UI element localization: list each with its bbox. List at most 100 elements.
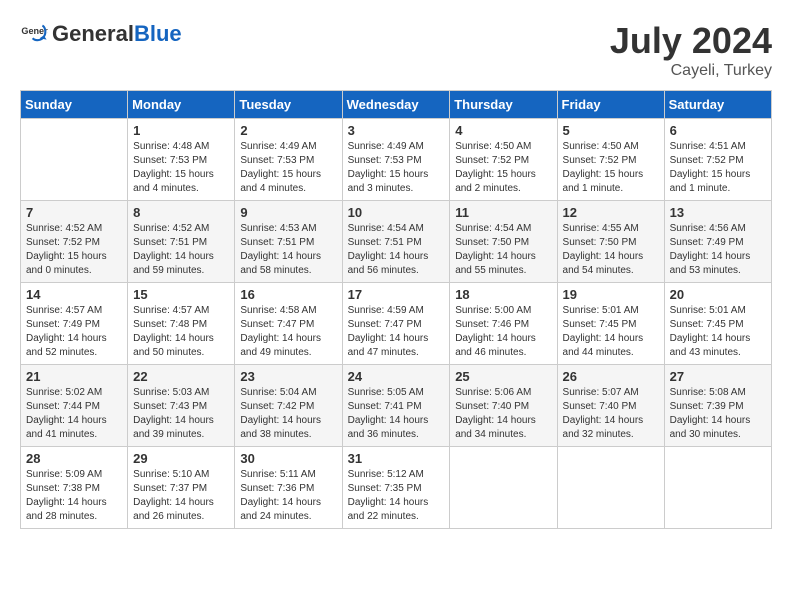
calendar-cell: 28 Sunrise: 5:09 AMSunset: 7:38 PMDayligh… [21,447,128,529]
calendar-cell: 9 Sunrise: 4:53 AMSunset: 7:51 PMDaylight… [235,201,342,283]
day-number: 11 [455,205,551,220]
calendar-cell: 5 Sunrise: 4:50 AMSunset: 7:52 PMDaylight… [557,119,664,201]
day-number: 25 [455,369,551,384]
calendar-cell: 15 Sunrise: 4:57 AMSunset: 7:48 PMDayligh… [128,283,235,365]
day-info: Sunrise: 4:50 AMSunset: 7:52 PMDaylight:… [455,140,551,196]
day-number: 3 [348,123,445,138]
day-number: 12 [563,205,659,220]
day-info: Sunrise: 4:51 AMSunset: 7:52 PMDaylight:… [670,140,766,196]
day-number: 30 [240,451,336,466]
day-info: Sunrise: 5:05 AMSunset: 7:41 PMDaylight:… [348,386,445,442]
day-info: Sunrise: 5:12 AMSunset: 7:35 PMDaylight:… [348,468,445,524]
day-info: Sunrise: 4:54 AMSunset: 7:51 PMDaylight:… [348,222,445,278]
day-header-tuesday: Tuesday [235,91,342,119]
day-info: Sunrise: 5:04 AMSunset: 7:42 PMDaylight:… [240,386,336,442]
day-info: Sunrise: 5:01 AMSunset: 7:45 PMDaylight:… [563,304,659,360]
calendar-week-3: 14 Sunrise: 4:57 AMSunset: 7:49 PMDayligh… [21,283,772,365]
title-block: July 2024 Cayeli, Turkey [610,20,772,80]
day-number: 5 [563,123,659,138]
day-number: 8 [133,205,229,220]
calendar-cell: 24 Sunrise: 5:05 AMSunset: 7:41 PMDayligh… [342,365,450,447]
day-number: 2 [240,123,336,138]
day-info: Sunrise: 4:52 AMSunset: 7:51 PMDaylight:… [133,222,229,278]
day-number: 1 [133,123,229,138]
day-number: 14 [26,287,122,302]
calendar-cell: 17Sunrise: 4:59 AMSunset: 7:47 PMDayligh… [342,283,450,365]
day-number: 27 [670,369,766,384]
calendar-week-5: 28 Sunrise: 5:09 AMSunset: 7:38 PMDayligh… [21,447,772,529]
calendar-cell: 7Sunrise: 4:52 AMSunset: 7:52 PMDaylight… [21,201,128,283]
day-info: Sunrise: 5:03 AMSunset: 7:43 PMDaylight:… [133,386,229,442]
day-info: Sunrise: 5:09 AMSunset: 7:38 PMDaylight:… [26,468,122,524]
calendar-cell [450,447,557,529]
day-header-saturday: Saturday [664,91,771,119]
day-number: 21 [26,369,122,384]
calendar-cell: 18 Sunrise: 5:00 AMSunset: 7:46 PMDayligh… [450,283,557,365]
day-info: Sunrise: 4:48 AMSunset: 7:53 PMDaylight:… [133,140,229,196]
day-number: 22 [133,369,229,384]
day-info: Sunrise: 5:07 AMSunset: 7:40 PMDaylight:… [563,386,659,442]
day-info: Sunrise: 4:54 AMSunset: 7:50 PMDaylight:… [455,222,551,278]
day-info: Sunrise: 5:11 AMSunset: 7:36 PMDaylight:… [240,468,336,524]
calendar-cell: 10Sunrise: 4:54 AMSunset: 7:51 PMDayligh… [342,201,450,283]
calendar-cell: 22 Sunrise: 5:03 AMSunset: 7:43 PMDayligh… [128,365,235,447]
day-number: 15 [133,287,229,302]
location: Cayeli, Turkey [610,62,772,80]
calendar-table: SundayMondayTuesdayWednesdayThursdayFrid… [20,90,772,529]
day-number: 19 [563,287,659,302]
calendar-cell: 13Sunrise: 4:56 AMSunset: 7:49 PMDayligh… [664,201,771,283]
calendar-cell: 11 Sunrise: 4:54 AMSunset: 7:50 PMDayligh… [450,201,557,283]
day-info: Sunrise: 4:57 AMSunset: 7:48 PMDaylight:… [133,304,229,360]
day-header-monday: Monday [128,91,235,119]
calendar-cell: 30 Sunrise: 5:11 AMSunset: 7:36 PMDayligh… [235,447,342,529]
calendar-cell: 14 Sunrise: 4:57 AMSunset: 7:49 PMDayligh… [21,283,128,365]
day-info: Sunrise: 4:55 AMSunset: 7:50 PMDaylight:… [563,222,659,278]
day-number: 13 [670,205,766,220]
calendar-cell: 4 Sunrise: 4:50 AMSunset: 7:52 PMDaylight… [450,119,557,201]
day-number: 29 [133,451,229,466]
day-info: Sunrise: 4:52 AMSunset: 7:52 PMDaylight:… [26,222,122,278]
day-number: 20 [670,287,766,302]
calendar-cell: 2 Sunrise: 4:49 AMSunset: 7:53 PMDaylight… [235,119,342,201]
day-header-sunday: Sunday [21,91,128,119]
day-header-wednesday: Wednesday [342,91,450,119]
calendar-cell: 20Sunrise: 5:01 AMSunset: 7:45 PMDayligh… [664,283,771,365]
calendar-week-1: 1 Sunrise: 4:48 AMSunset: 7:53 PMDaylight… [21,119,772,201]
day-number: 17 [348,287,445,302]
logo-blue: Blue [134,21,182,46]
day-number: 4 [455,123,551,138]
day-number: 24 [348,369,445,384]
logo-icon: General [20,20,48,48]
day-number: 9 [240,205,336,220]
day-number: 26 [563,369,659,384]
calendar-header-row: SundayMondayTuesdayWednesdayThursdayFrid… [21,91,772,119]
day-number: 16 [240,287,336,302]
day-number: 6 [670,123,766,138]
calendar-cell: 25Sunrise: 5:06 AMSunset: 7:40 PMDayligh… [450,365,557,447]
calendar-cell: 21Sunrise: 5:02 AMSunset: 7:44 PMDayligh… [21,365,128,447]
calendar-cell: 29Sunrise: 5:10 AMSunset: 7:37 PMDayligh… [128,447,235,529]
day-info: Sunrise: 5:00 AMSunset: 7:46 PMDaylight:… [455,304,551,360]
day-number: 18 [455,287,551,302]
calendar-cell: 8 Sunrise: 4:52 AMSunset: 7:51 PMDaylight… [128,201,235,283]
calendar-cell: 1 Sunrise: 4:48 AMSunset: 7:53 PMDaylight… [128,119,235,201]
calendar-week-4: 21Sunrise: 5:02 AMSunset: 7:44 PMDayligh… [21,365,772,447]
day-info: Sunrise: 4:49 AMSunset: 7:53 PMDaylight:… [240,140,336,196]
calendar-cell: 26 Sunrise: 5:07 AMSunset: 7:40 PMDayligh… [557,365,664,447]
calendar-cell [557,447,664,529]
day-info: Sunrise: 4:50 AMSunset: 7:52 PMDaylight:… [563,140,659,196]
logo-text: GeneralBlue [52,21,182,47]
calendar-cell: 3Sunrise: 4:49 AMSunset: 7:53 PMDaylight… [342,119,450,201]
day-info: Sunrise: 5:08 AMSunset: 7:39 PMDaylight:… [670,386,766,442]
day-number: 23 [240,369,336,384]
calendar-cell: 23 Sunrise: 5:04 AMSunset: 7:42 PMDayligh… [235,365,342,447]
calendar-week-2: 7Sunrise: 4:52 AMSunset: 7:52 PMDaylight… [21,201,772,283]
day-header-friday: Friday [557,91,664,119]
day-number: 31 [348,451,445,466]
day-info: Sunrise: 4:53 AMSunset: 7:51 PMDaylight:… [240,222,336,278]
page-header: General GeneralBlue July 2024 Cayeli, Tu… [20,20,772,80]
day-info: Sunrise: 4:57 AMSunset: 7:49 PMDaylight:… [26,304,122,360]
logo-general: General [52,21,134,46]
calendar-cell: 27 Sunrise: 5:08 AMSunset: 7:39 PMDayligh… [664,365,771,447]
day-number: 28 [26,451,122,466]
